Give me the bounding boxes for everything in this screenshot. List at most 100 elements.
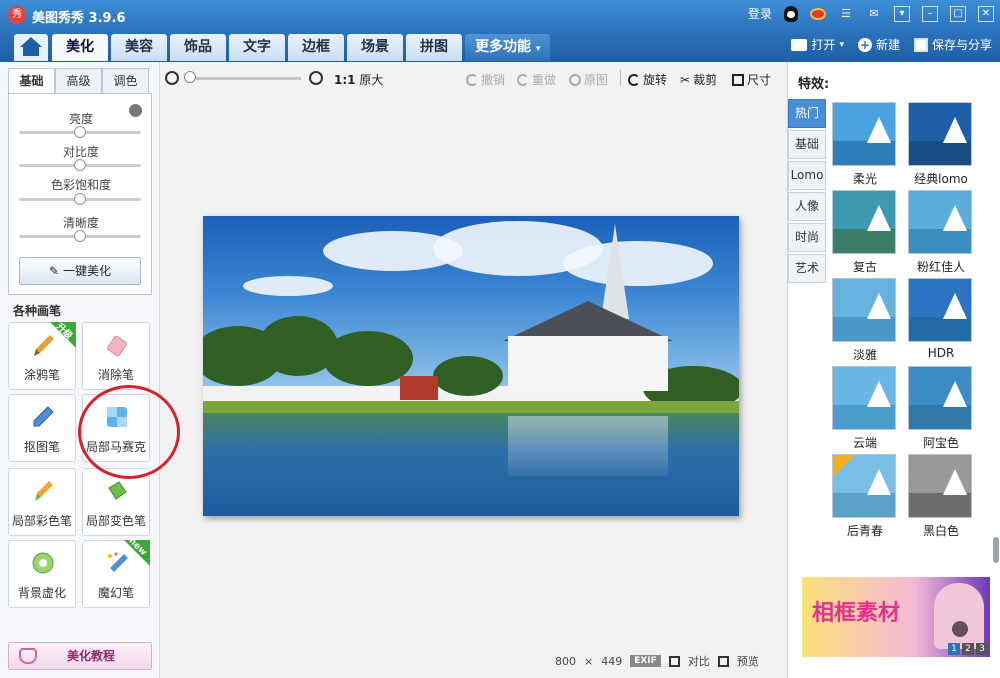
partial-recolor-brush-tool[interactable]: 局部变色笔 (82, 468, 150, 536)
new-button[interactable]: + 新建 (857, 36, 900, 53)
category-basic[interactable]: 基础 (788, 130, 826, 159)
effect-thumbnail (832, 190, 896, 254)
tab-frame[interactable]: 边框 (288, 34, 344, 61)
brightness-slider[interactable] (19, 126, 141, 138)
compare-label[interactable]: 对比 (688, 653, 710, 669)
magic-brush-tool[interactable]: new 魔幻笔 (82, 536, 150, 608)
main-area: 基础 高级 调色 亮度 对比度 色彩饱和度 清晰度 ✎ 一键美化 各种画笔 升级… (0, 62, 1000, 678)
original-size-button[interactable]: 1:1 原大 (334, 71, 383, 88)
rotate-button[interactable]: 旋转 (628, 71, 667, 88)
tab-scene[interactable]: 场景 (347, 34, 403, 61)
doodle-brush-tool[interactable]: 升级 涂鸦笔 (8, 322, 76, 390)
brushes-title: 各种画笔 (13, 304, 62, 318)
effect-item[interactable]: 黑白色 (908, 454, 974, 539)
effect-item[interactable]: 复古 (832, 190, 898, 275)
effect-item[interactable]: 淡雅 (832, 278, 898, 363)
settings-icon[interactable]: ▾ (894, 5, 910, 22)
tool-label: 抠图笔 (23, 440, 60, 454)
tab-beauty[interactable]: 美容 (111, 34, 167, 61)
cutout-brush-tool[interactable]: 抠图笔 (8, 394, 76, 462)
ad-banner[interactable]: 相框素材 1 2 3 (802, 577, 990, 657)
slider-knob[interactable] (74, 159, 86, 171)
effect-item[interactable]: HDR (908, 278, 974, 360)
effect-item[interactable]: 柔光 (832, 102, 898, 187)
category-art[interactable]: 艺术 (788, 254, 826, 283)
zoom-in-icon[interactable] (309, 71, 323, 85)
image-width: 800 (555, 654, 576, 668)
ad-page-button[interactable]: 2 (962, 643, 974, 655)
qq-icon[interactable] (784, 5, 798, 22)
effect-item[interactable]: 后青春 (832, 454, 898, 539)
maximize-button[interactable]: □ (950, 5, 966, 22)
zoom-slider-knob[interactable] (184, 71, 196, 83)
partial-color-brush-tool[interactable]: 局部彩色笔 (8, 468, 76, 536)
beautify-tutorial-button[interactable]: 美化教程 (8, 642, 152, 670)
minimize-button[interactable]: – (922, 5, 938, 22)
home-icon[interactable] (14, 34, 48, 61)
subtab-basic[interactable]: 基础 (8, 68, 55, 94)
background-blur-tool[interactable]: 背景虚化 (8, 540, 76, 608)
one-key-beautify-button[interactable]: ✎ 一键美化 (19, 257, 141, 285)
contrast-slider[interactable] (19, 159, 141, 171)
one-key-label: 一键美化 (62, 264, 111, 278)
wand-icon: ✎ (49, 264, 60, 278)
open-button[interactable]: 打开 ▾ (791, 36, 844, 53)
play-icon[interactable] (952, 621, 968, 637)
category-lomo[interactable]: Lomo (788, 161, 826, 190)
slider-knob[interactable] (74, 193, 86, 205)
crop-button[interactable]: ✂ 裁剪 (680, 71, 717, 88)
effect-name: 复古 (852, 260, 877, 274)
tool-label: 消除笔 (97, 368, 134, 382)
category-portrait[interactable]: 人像 (788, 192, 826, 221)
save-share-button[interactable]: 保存与分享 (913, 36, 992, 53)
notes-icon[interactable]: ☰ (838, 6, 854, 22)
subtab-advanced[interactable]: 高级 (55, 68, 102, 94)
tab-collage[interactable]: 拼图 (406, 34, 462, 61)
resize-button[interactable]: 尺寸 (732, 71, 771, 88)
zoom-slider[interactable] (185, 77, 301, 80)
effect-thumbnail (908, 454, 972, 518)
compare-icon[interactable] (668, 655, 680, 667)
effect-item[interactable]: 经典lomo (908, 102, 974, 187)
slider-knob[interactable] (74, 126, 86, 138)
weibo-icon[interactable] (810, 7, 826, 20)
login-link[interactable]: 登录 (748, 5, 772, 22)
tab-beautify[interactable]: 美化 (52, 34, 108, 61)
image-height: 449 (601, 654, 623, 668)
effects-scrollbar[interactable] (993, 537, 999, 563)
exif-button[interactable]: EXIF (630, 655, 661, 667)
ad-page-button[interactable]: 3 (976, 643, 988, 655)
tab-more-functions[interactable]: 更多功能 ▾ (465, 34, 551, 61)
thumb-water (909, 229, 971, 253)
effect-item[interactable]: 粉红佳人 (908, 190, 974, 275)
effect-item[interactable]: 阿宝色 (908, 366, 974, 451)
photo-temple (508, 336, 668, 391)
saturation-slider[interactable] (19, 193, 141, 205)
feedback-icon[interactable]: ✉ (866, 6, 882, 22)
effect-name: 阿宝色 (922, 436, 959, 450)
preview-label[interactable]: 预览 (737, 653, 759, 669)
original-button[interactable]: 原图 (569, 71, 608, 88)
photo-canvas[interactable] (203, 216, 739, 516)
sharpness-slider[interactable] (19, 230, 141, 242)
color-brush-icon (35, 481, 53, 501)
close-button[interactable]: ✕ (978, 5, 994, 22)
ad-page-button[interactable]: 1 (948, 643, 960, 655)
subtab-color[interactable]: 调色 (102, 68, 149, 94)
effect-item[interactable]: 云端 (832, 366, 898, 451)
category-fashion[interactable]: 时尚 (788, 223, 826, 252)
thumb-temple (943, 293, 967, 319)
tab-text[interactable]: 文字 (229, 34, 285, 61)
redo-button[interactable]: 重做 (517, 71, 556, 88)
redo-icon (517, 73, 529, 86)
undo-button[interactable]: 撤销 (466, 71, 505, 88)
tab-accessories[interactable]: 饰品 (170, 34, 226, 61)
effect-name: 粉红佳人 (916, 260, 965, 274)
effects-panel: 特效: 热门 基础 Lomo 人像 时尚 艺术 柔光 经典lomo 复古 粉红佳… (787, 62, 1000, 678)
preview-icon[interactable] (717, 655, 729, 667)
zoom-out-icon[interactable] (165, 71, 179, 85)
eraser-brush-tool[interactable]: 消除笔 (82, 322, 150, 390)
category-hot[interactable]: 热门 (788, 99, 826, 128)
paint-bucket-icon (108, 481, 127, 500)
slider-knob[interactable] (74, 230, 86, 242)
